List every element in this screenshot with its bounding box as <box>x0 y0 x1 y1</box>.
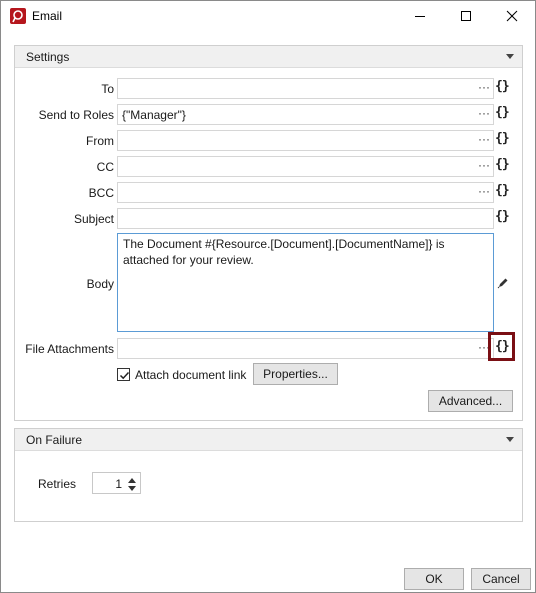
to-expression-icon[interactable]: {} <box>495 79 510 94</box>
bcc-field[interactable] <box>117 182 494 203</box>
file-attachments-field[interactable] <box>117 338 494 359</box>
close-button[interactable] <box>489 1 535 31</box>
edit-pencil-icon[interactable] <box>497 277 509 289</box>
bcc-expression-icon[interactable]: {} <box>495 183 510 198</box>
cc-field[interactable] <box>117 156 494 177</box>
from-browse-icon[interactable]: ··· <box>478 132 490 146</box>
attach-document-link-checkbox[interactable] <box>117 368 130 381</box>
send-to-roles-label: Send to Roles <box>38 108 114 122</box>
file-attachments-label: File Attachments <box>25 342 114 356</box>
on-failure-header[interactable]: On Failure <box>15 429 522 451</box>
attach-document-link-label[interactable]: Attach document link <box>135 368 246 382</box>
attachments-expression-icon[interactable]: {} <box>495 339 510 354</box>
close-icon <box>506 10 518 22</box>
from-field[interactable] <box>117 130 494 151</box>
collapse-caret-icon[interactable] <box>506 437 514 442</box>
cc-expression-icon[interactable]: {} <box>495 157 510 172</box>
subject-label: Subject <box>73 212 114 226</box>
maximize-icon <box>461 11 471 21</box>
retries-label: Retries <box>38 477 77 491</box>
on-failure-title: On Failure <box>26 433 83 447</box>
to-field[interactable] <box>117 78 494 99</box>
minimize-icon <box>415 16 425 17</box>
checkmark-icon <box>119 371 130 380</box>
collapse-caret-icon[interactable] <box>506 54 514 59</box>
bcc-label: BCC <box>88 186 114 200</box>
cancel-button[interactable]: Cancel <box>471 568 531 590</box>
minimize-button[interactable] <box>397 1 443 31</box>
window-title: Email <box>32 9 63 23</box>
decrement-icon[interactable] <box>128 486 136 491</box>
from-label: From <box>86 134 114 148</box>
retries-stepper[interactable]: 1 <box>92 472 141 494</box>
cc-label: CC <box>96 160 114 174</box>
retries-value[interactable]: 1 <box>115 477 122 491</box>
app-logo-icon <box>10 8 26 24</box>
send-to-roles-field[interactable]: {"Manager"} <box>117 104 494 125</box>
settings-title: Settings <box>26 50 70 64</box>
title-bar[interactable]: Email <box>1 1 535 31</box>
to-browse-icon[interactable]: ··· <box>478 80 490 94</box>
to-label: To <box>101 82 114 96</box>
maximize-button[interactable] <box>443 1 489 31</box>
bcc-browse-icon[interactable]: ··· <box>478 184 490 198</box>
email-dialog: Email Settings To ··· {} Send to Roles {… <box>0 0 536 593</box>
from-expression-icon[interactable]: {} <box>495 131 510 146</box>
subject-expression-icon[interactable]: {} <box>495 209 510 224</box>
increment-icon[interactable] <box>128 478 136 483</box>
body-textarea[interactable]: The Document #{Resource.[Document].[Docu… <box>117 233 494 332</box>
roles-expression-icon[interactable]: {} <box>495 105 510 120</box>
on-failure-group: On Failure <box>14 428 523 522</box>
properties-button[interactable]: Properties... <box>253 363 338 385</box>
body-label: Body <box>86 277 114 291</box>
cc-browse-icon[interactable]: ··· <box>478 158 490 172</box>
advanced-button[interactable]: Advanced... <box>428 390 513 412</box>
settings-header[interactable]: Settings <box>15 46 522 68</box>
subject-field[interactable] <box>117 208 494 229</box>
roles-browse-icon[interactable]: ··· <box>478 106 490 120</box>
ok-button[interactable]: OK <box>404 568 464 590</box>
